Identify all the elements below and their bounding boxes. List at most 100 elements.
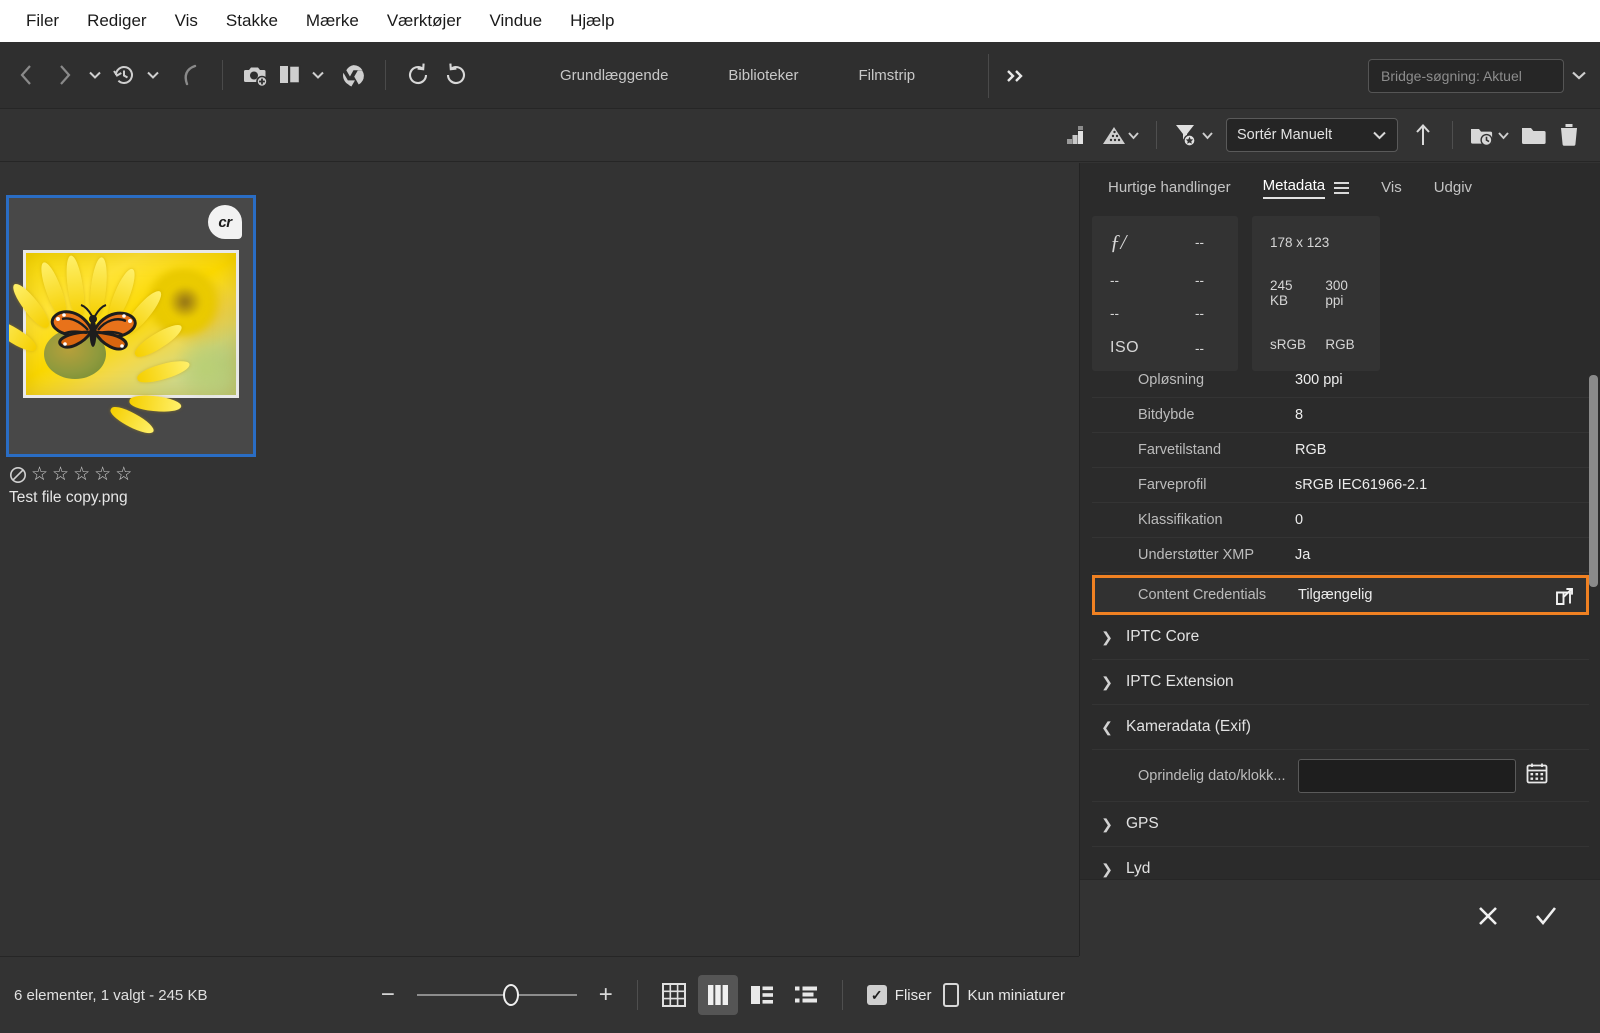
thumbnails-only-toggle[interactable]: Kun miniaturer	[943, 983, 1065, 1007]
tab-udgiv[interactable]: Udgiv	[1418, 163, 1488, 212]
metadata-value: RGB	[1295, 442, 1327, 458]
bridge-window: Filer Rediger Vis Stakke Mærke Værktøjer…	[0, 0, 1600, 1033]
chevron-right-icon	[59, 65, 70, 85]
sort-direction-button[interactable]	[1406, 115, 1440, 155]
chevron-down-icon	[312, 71, 324, 79]
summary-dimensions: 178 x 123	[1270, 235, 1330, 251]
menu-item-vis[interactable]: Vis	[161, 0, 212, 42]
cancel-metadata-button[interactable]	[1473, 904, 1503, 933]
zoom-out-button[interactable]: −	[373, 983, 403, 1007]
view-mode-grid[interactable]	[697, 975, 738, 1015]
view-mode-details[interactable]	[742, 975, 782, 1015]
workspace-tab-biblioteker[interactable]: Biblioteker	[728, 67, 798, 84]
view-mode-list[interactable]	[786, 975, 826, 1015]
workspace-tab-grundlaeggende[interactable]: Grundlæggende	[560, 67, 668, 84]
chevron-down-icon	[1373, 131, 1386, 140]
chevron-right-icon: ❯	[1101, 860, 1113, 877]
tab-hurtige-handlinger[interactable]: Hurtige handlinger	[1092, 163, 1247, 212]
menu-item-rediger[interactable]: Rediger	[73, 0, 161, 42]
thumbnail-filename: Test file copy.png	[9, 489, 128, 506]
section-kameradata-exif[interactable]: ❮ Kameradata (Exif)	[1092, 705, 1589, 750]
metadata-row-klassifikation[interactable]: Klassifikation 0	[1092, 503, 1589, 538]
list-view-icon	[794, 986, 817, 1003]
rotate-cw-button[interactable]	[438, 54, 474, 96]
metadata-value: Ja	[1295, 547, 1311, 563]
calendar-icon[interactable]	[1526, 762, 1548, 789]
metadata-key: Klassifikation	[1138, 512, 1223, 528]
camera-raw-button[interactable]	[335, 54, 371, 96]
exif-datetime-input[interactable]	[1298, 758, 1516, 793]
view-mode-grid-fine[interactable]	[654, 975, 694, 1015]
forward-button[interactable]	[46, 54, 82, 96]
chevron-down-icon	[1202, 131, 1213, 139]
reject-circle-icon[interactable]	[9, 466, 27, 484]
section-label: Kameradata (Exif)	[1126, 718, 1251, 735]
content-credentials-badge[interactable]: cr	[208, 205, 242, 239]
metadata-row-bitdybde[interactable]: Bitdybde 8	[1092, 398, 1589, 433]
batch-rename-button[interactable]	[275, 54, 305, 96]
delete-button[interactable]	[1552, 115, 1586, 155]
apply-metadata-button[interactable]	[1531, 904, 1561, 933]
chevron-down-icon	[1128, 131, 1139, 139]
batch-dropdown-button[interactable]	[307, 54, 329, 96]
metadata-row-farvetilstand[interactable]: Farvetilstand RGB	[1092, 433, 1589, 468]
star-4[interactable]: ☆	[94, 465, 111, 484]
recent-dropdown-button[interactable]	[142, 54, 164, 96]
section-gps[interactable]: ❯ GPS	[1092, 802, 1589, 847]
search-box[interactable]	[1368, 58, 1564, 93]
search-input[interactable]	[1381, 67, 1562, 84]
menu-item-hjaelp[interactable]: Hjælp	[556, 0, 628, 42]
filter-items-button[interactable]	[1095, 115, 1144, 155]
menu-item-stakke[interactable]: Stakke	[212, 0, 292, 42]
rating-filter-button[interactable]	[1059, 115, 1093, 155]
menu-item-vaerktoejer[interactable]: Værktøjer	[373, 0, 476, 42]
content-grid[interactable]: cr ☆ ☆ ☆ ☆ ☆ Test file copy.png	[0, 163, 1079, 956]
menu-item-filer[interactable]: Filer	[12, 0, 73, 42]
thumbnail-container[interactable]: cr	[6, 195, 256, 457]
sort-dropdown[interactable]: Sortér Manuelt	[1226, 118, 1398, 152]
metadata-value: Tilgængelig	[1298, 587, 1373, 603]
star-2[interactable]: ☆	[52, 465, 69, 484]
zoom-slider-knob[interactable]	[502, 984, 519, 1006]
chevron-down-icon	[1572, 71, 1586, 79]
zoom-in-button[interactable]: +	[591, 983, 621, 1007]
panel-scrollbar[interactable]	[1589, 365, 1598, 920]
chevron-right-icon: ❯	[1101, 628, 1113, 645]
new-folder-button[interactable]	[1516, 115, 1550, 155]
scrollbar-thumb[interactable]	[1589, 375, 1598, 587]
hamburger-menu-icon[interactable]	[1334, 181, 1350, 194]
more-workspaces-button[interactable]	[996, 42, 1036, 109]
menu-item-maerke[interactable]: Mærke	[292, 0, 373, 42]
go-back-button[interactable]	[172, 54, 208, 96]
filter-star-button[interactable]	[1169, 115, 1218, 155]
nav-dropdown-button[interactable]	[84, 54, 106, 96]
thumbnail-cell[interactable]: cr ☆ ☆ ☆ ☆ ☆ Test file copy.png	[6, 195, 256, 507]
metadata-row-content-credentials[interactable]: Content Credentials Tilgængelig	[1092, 575, 1589, 615]
filter-sort-toolbar: Sortér Manuelt	[0, 109, 1600, 162]
rotate-ccw-button[interactable]	[400, 54, 436, 96]
tab-metadata[interactable]: Metadata	[1247, 163, 1366, 212]
workspace-tab-filmstrip[interactable]: Filmstrip	[858, 67, 915, 84]
recent-history-button[interactable]	[108, 54, 140, 96]
panel-tab-bar: Hurtige handlinger Metadata Vis Udgiv	[1080, 163, 1600, 212]
search-dropdown-button[interactable]	[1570, 68, 1588, 84]
recent-folder-button[interactable]	[1465, 115, 1514, 155]
metadata-list: Opløsning 300 ppi Bitdybde 8 Farvetilsta…	[1092, 363, 1589, 903]
star-1[interactable]: ☆	[31, 465, 48, 484]
metadata-row-farveprofil[interactable]: Farveprofil sRGB IEC61966-2.1	[1092, 468, 1589, 503]
star-3[interactable]: ☆	[73, 465, 90, 484]
star-5[interactable]: ☆	[115, 465, 132, 484]
menu-item-vindue[interactable]: Vindue	[475, 0, 556, 42]
zoom-slider[interactable]	[416, 984, 577, 1006]
metadata-value: 300 ppi	[1295, 372, 1343, 388]
tiles-checkbox[interactable]: ✓ Fliser	[866, 985, 931, 1005]
get-photos-button[interactable]	[237, 54, 273, 96]
panel-footer	[1080, 879, 1600, 956]
tab-vis[interactable]: Vis	[1365, 163, 1418, 212]
back-button[interactable]	[8, 54, 44, 96]
metadata-row-understotter-xmp[interactable]: Understøtter XMP Ja	[1092, 538, 1589, 573]
section-iptc-core[interactable]: ❯ IPTC Core	[1092, 615, 1589, 660]
metadata-row-oplosning[interactable]: Opløsning 300 ppi	[1092, 363, 1589, 398]
external-link-icon[interactable]	[1555, 587, 1574, 611]
section-iptc-extension[interactable]: ❯ IPTC Extension	[1092, 660, 1589, 705]
